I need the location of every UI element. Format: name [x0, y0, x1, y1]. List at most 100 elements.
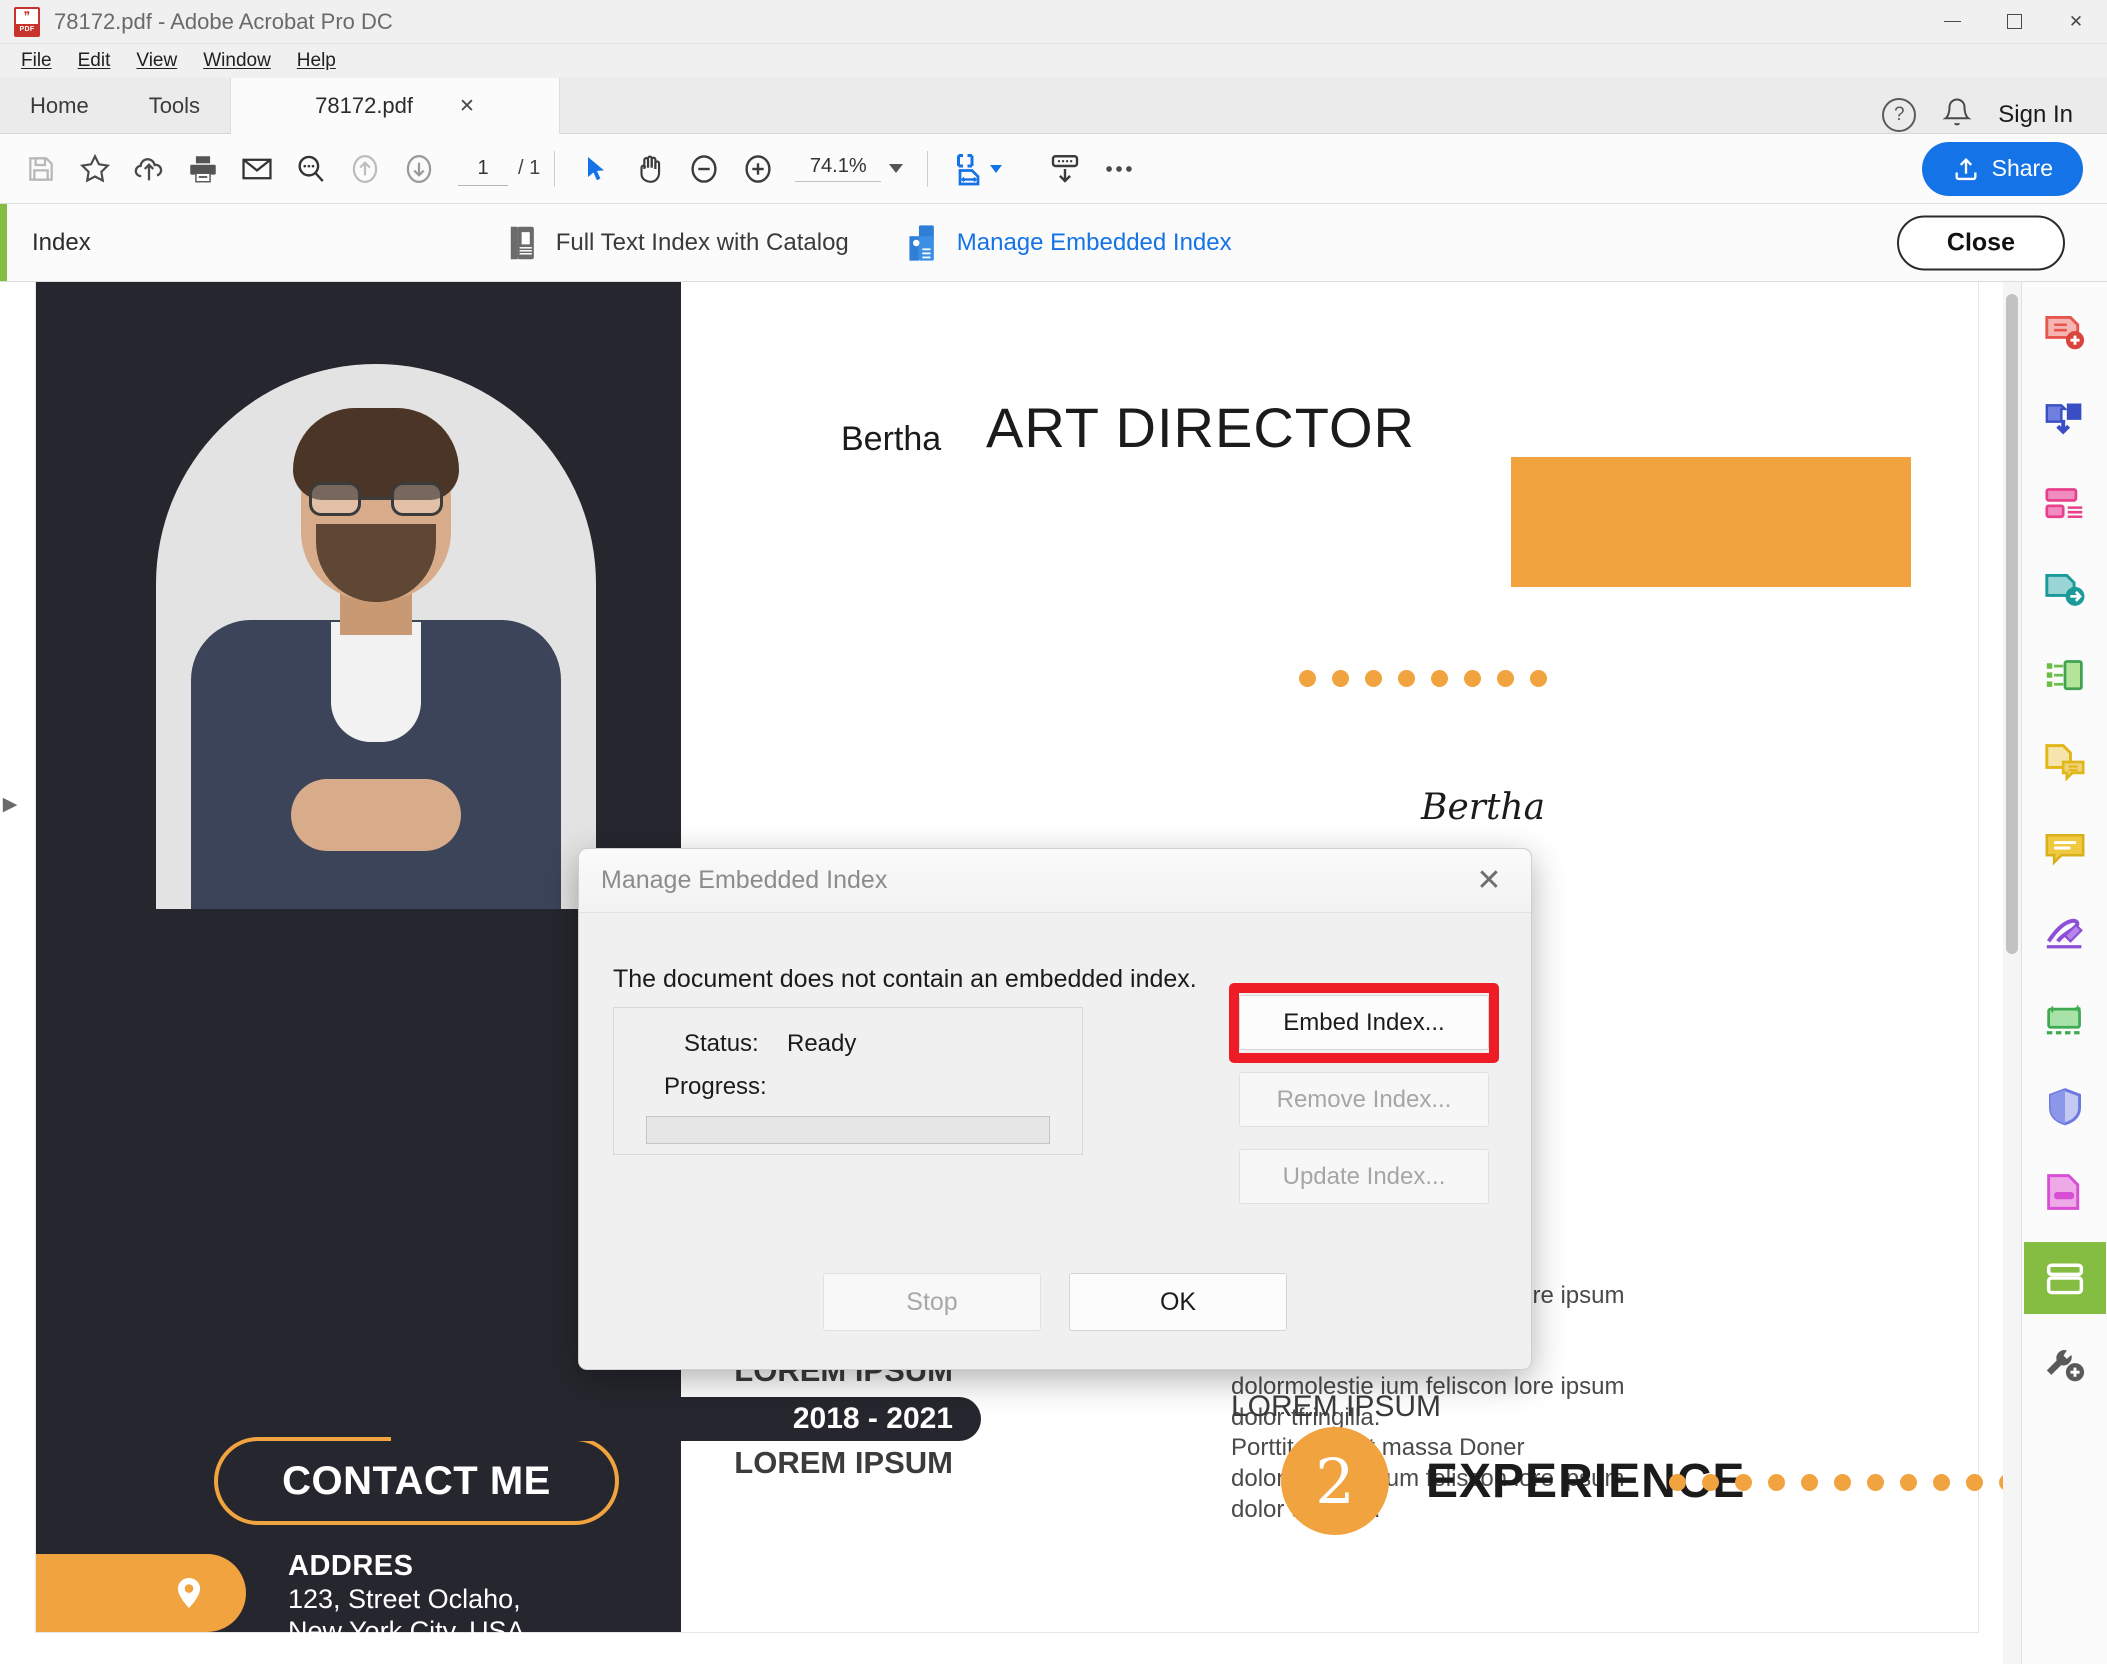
remove-index-button: Remove Index... [1239, 1072, 1489, 1127]
email-button[interactable] [230, 142, 284, 196]
toolbar-divider-2 [927, 151, 928, 187]
menu-help-label: Help [297, 50, 336, 71]
expand-navigation-pane-icon[interactable]: ▶ [0, 786, 20, 822]
dialog-close-icon[interactable]: ✕ [1467, 859, 1511, 903]
menu-edit-label: Edit [78, 50, 111, 71]
create-pdf-icon[interactable] [2024, 296, 2106, 368]
full-text-index-label: Full Text Index with Catalog [556, 229, 849, 257]
tab-document-label: 78172.pdf [315, 93, 413, 119]
embedded-index-icon [905, 224, 941, 262]
chevron-down-icon[interactable] [889, 164, 903, 173]
index-icon[interactable] [2024, 1242, 2106, 1314]
update-index-button: Update Index... [1239, 1149, 1489, 1204]
ok-button[interactable]: OK [1069, 1273, 1287, 1331]
comment-icon[interactable] [2024, 812, 2106, 884]
manage-embedded-index-label: Manage Embedded Index [957, 229, 1232, 257]
next-page-button[interactable] [392, 142, 446, 196]
save-button[interactable] [14, 142, 68, 196]
export-pdf-icon[interactable] [2024, 554, 2106, 626]
menu-edit[interactable]: Edit [65, 46, 124, 76]
zoom-control[interactable]: 74.1% [795, 155, 903, 182]
vertical-scrollbar[interactable] [2003, 282, 2021, 1664]
search-button[interactable] [284, 142, 338, 196]
zoom-in-button[interactable] [731, 142, 785, 196]
more-tools-icon[interactable] [2024, 1328, 2106, 1400]
more-tools-button[interactable] [1092, 142, 1146, 196]
tab-tools[interactable]: Tools [119, 78, 230, 134]
address-line-1: 123, Street Oclaho, [288, 1583, 525, 1615]
menu-window[interactable]: Window [190, 46, 284, 76]
manage-embedded-index-dialog: Manage Embedded Index ✕ The document doe… [578, 848, 1532, 1370]
main-toolbar: / 1 74.1% [0, 134, 2107, 204]
dialog-footer: Stop OK [579, 1273, 1531, 1331]
address-line-2: New York City, USA [288, 1615, 525, 1647]
fit-page-chevron-icon[interactable] [990, 165, 1002, 173]
dialog-title-bar: Manage Embedded Index ✕ [579, 849, 1531, 913]
signature: Bertha [1421, 787, 1545, 828]
stop-button: Stop [823, 1273, 1041, 1331]
page-number-input[interactable] [458, 152, 508, 186]
orange-accent-block [1511, 457, 1911, 587]
menu-view[interactable]: View [123, 46, 190, 76]
minimize-button[interactable] [1921, 0, 1983, 44]
pdf-badge-label: PDF [15, 24, 39, 35]
address-heading: ADDRES [288, 1550, 525, 1583]
help-icon[interactable]: ? [1882, 98, 1916, 132]
pdf-file-icon: ❞ PDF [14, 7, 40, 37]
status-label: Status: [684, 1030, 759, 1058]
profile-photo [156, 364, 596, 909]
fill-and-sign-icon[interactable] [2024, 898, 2106, 970]
previous-page-button[interactable] [338, 142, 392, 196]
toolbar-divider [554, 151, 555, 187]
embed-index-button[interactable]: Embed Index... [1239, 995, 1489, 1050]
timeline-subtitle-3: LOREM IPSUM [391, 1445, 981, 1481]
close-window-button[interactable]: ✕ [2045, 0, 2107, 44]
share-label: Share [1992, 155, 2053, 182]
maximize-button[interactable] [1983, 0, 2045, 44]
zoom-level-value[interactable]: 74.1% [795, 155, 881, 182]
fit-page-button[interactable] [942, 142, 996, 196]
close-tab-icon[interactable]: ✕ [459, 95, 475, 118]
edit-pdf-icon[interactable] [2024, 640, 2106, 712]
organize-pages-icon[interactable] [2024, 468, 2106, 540]
close-index-toolbar-button[interactable]: Close [1897, 215, 2065, 270]
timeline-period-3: 2018 - 2021 [391, 1397, 981, 1441]
cloud-upload-button[interactable] [122, 142, 176, 196]
share-button[interactable]: Share [1922, 142, 2083, 196]
star-button[interactable] [68, 142, 122, 196]
close-icon: ✕ [2069, 12, 2083, 32]
tab-home[interactable]: Home [0, 78, 119, 134]
tab-document[interactable]: 78172.pdf ✕ [230, 78, 560, 134]
select-cursor-button[interactable] [569, 142, 623, 196]
page-total-label: / 1 [518, 157, 540, 180]
catalog-icon [506, 224, 540, 262]
comment-file-icon[interactable] [2024, 726, 2106, 798]
maximize-icon [2007, 14, 2022, 29]
timeline-entry-3: 2018 - 2021 LOREM IPSUM [391, 1397, 981, 1481]
progress-label: Progress: [664, 1073, 767, 1101]
redact-icon[interactable] [2024, 1156, 2106, 1228]
tab-strip-right: ? Sign In [560, 95, 2107, 134]
enhance-scans-icon[interactable] [2024, 984, 2106, 1056]
menu-file[interactable]: File [8, 46, 65, 76]
index-title: Index [32, 229, 91, 257]
menu-help[interactable]: Help [284, 46, 349, 76]
tab-strip: Home Tools 78172.pdf ✕ ? Sign In [0, 78, 2107, 134]
hand-tool-button[interactable] [623, 142, 677, 196]
manage-embedded-index-button[interactable]: Manage Embedded Index [905, 224, 1232, 262]
contact-address: ADDRES 123, Street Oclaho, New York City… [36, 1554, 525, 1648]
print-button[interactable] [176, 142, 230, 196]
sign-in-button[interactable]: Sign In [1998, 101, 2081, 129]
notifications-bell-icon[interactable] [1942, 95, 1972, 134]
document-area: ▶ CONTACT ME [0, 282, 2107, 1664]
full-text-index-with-catalog-button[interactable]: Full Text Index with Catalog [506, 224, 849, 262]
dot-row-top [1299, 670, 1547, 687]
status-value: Ready [787, 1030, 856, 1058]
zoom-out-button[interactable] [677, 142, 731, 196]
dot-row-experience [1669, 1474, 2049, 1491]
combine-files-icon[interactable] [2024, 382, 2106, 454]
scrollbar-thumb[interactable] [2006, 294, 2018, 954]
menu-view-label: View [136, 50, 177, 71]
scroll-mode-button[interactable] [1038, 142, 1092, 196]
protect-icon[interactable] [2024, 1070, 2106, 1142]
